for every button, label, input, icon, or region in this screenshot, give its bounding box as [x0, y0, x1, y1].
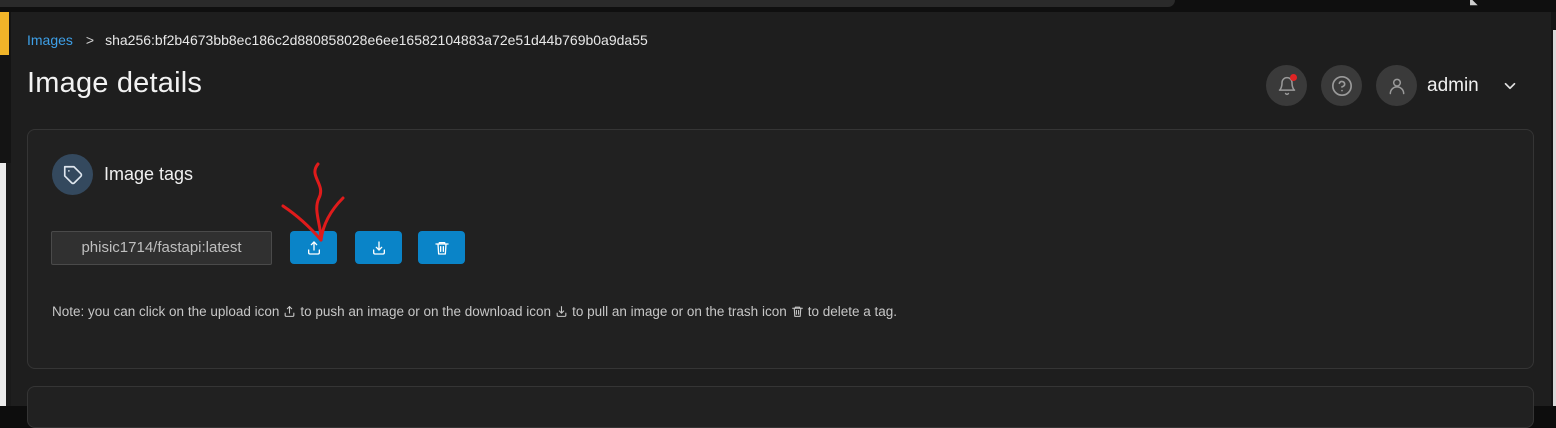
red-annotation-arrow	[281, 162, 345, 242]
browser-top-strip: ◣	[0, 0, 1556, 12]
trash-icon	[434, 241, 449, 255]
user-icon	[1389, 78, 1404, 94]
next-section-card	[27, 386, 1534, 428]
note-text-4: to delete a tag.	[807, 304, 898, 319]
header-actions: admin	[1266, 65, 1519, 106]
pull-image-button[interactable]	[355, 231, 402, 264]
notification-dot	[1290, 74, 1297, 81]
main-content: Images > sha256:bf2b4673bb8ec186c2d88085…	[11, 12, 1551, 428]
chevron-down-icon	[1504, 82, 1516, 89]
user-menu-toggle[interactable]	[1501, 77, 1519, 95]
tag-icon	[63, 165, 82, 184]
breadcrumb-current: sha256:bf2b4673bb8ec186c2d880858028e6ee1…	[105, 32, 648, 48]
user-menu-button[interactable]	[1376, 65, 1417, 106]
download-icon	[372, 240, 385, 255]
browser-control-icon: ◣	[1470, 0, 1478, 7]
notifications-button[interactable]	[1266, 65, 1307, 106]
download-icon	[556, 306, 567, 317]
note-text-1: Note: you can click on the upload icon	[52, 304, 280, 319]
usage-note: Note: you can click on the upload icon t…	[52, 304, 897, 319]
card-title: Image tags	[104, 164, 194, 184]
breadcrumb: Images > sha256:bf2b4673bb8ec186c2d88085…	[27, 32, 648, 48]
image-tags-card: Image tags phisic1714/fastapi:latest Not…	[27, 129, 1534, 369]
help-button[interactable]	[1321, 65, 1362, 106]
breadcrumb-link-images[interactable]: Images	[27, 32, 73, 48]
tag-badge	[52, 154, 93, 195]
breadcrumb-separator: >	[85, 32, 95, 48]
delete-tag-button[interactable]	[418, 231, 465, 264]
note-text-2: to push an image or on the download icon	[300, 304, 552, 319]
upload-icon	[285, 306, 295, 317]
trash-icon	[791, 306, 803, 317]
browser-tab-bar	[0, 0, 1175, 7]
note-text-3: to pull an image or on the trash icon	[572, 304, 787, 319]
page-title: Image details	[27, 67, 203, 99]
user-name[interactable]: admin	[1427, 75, 1479, 97]
sidebar-active-accent	[0, 12, 9, 55]
help-circle-icon	[1331, 75, 1352, 96]
image-tag-label: phisic1714/fastapi:latest	[51, 231, 272, 265]
